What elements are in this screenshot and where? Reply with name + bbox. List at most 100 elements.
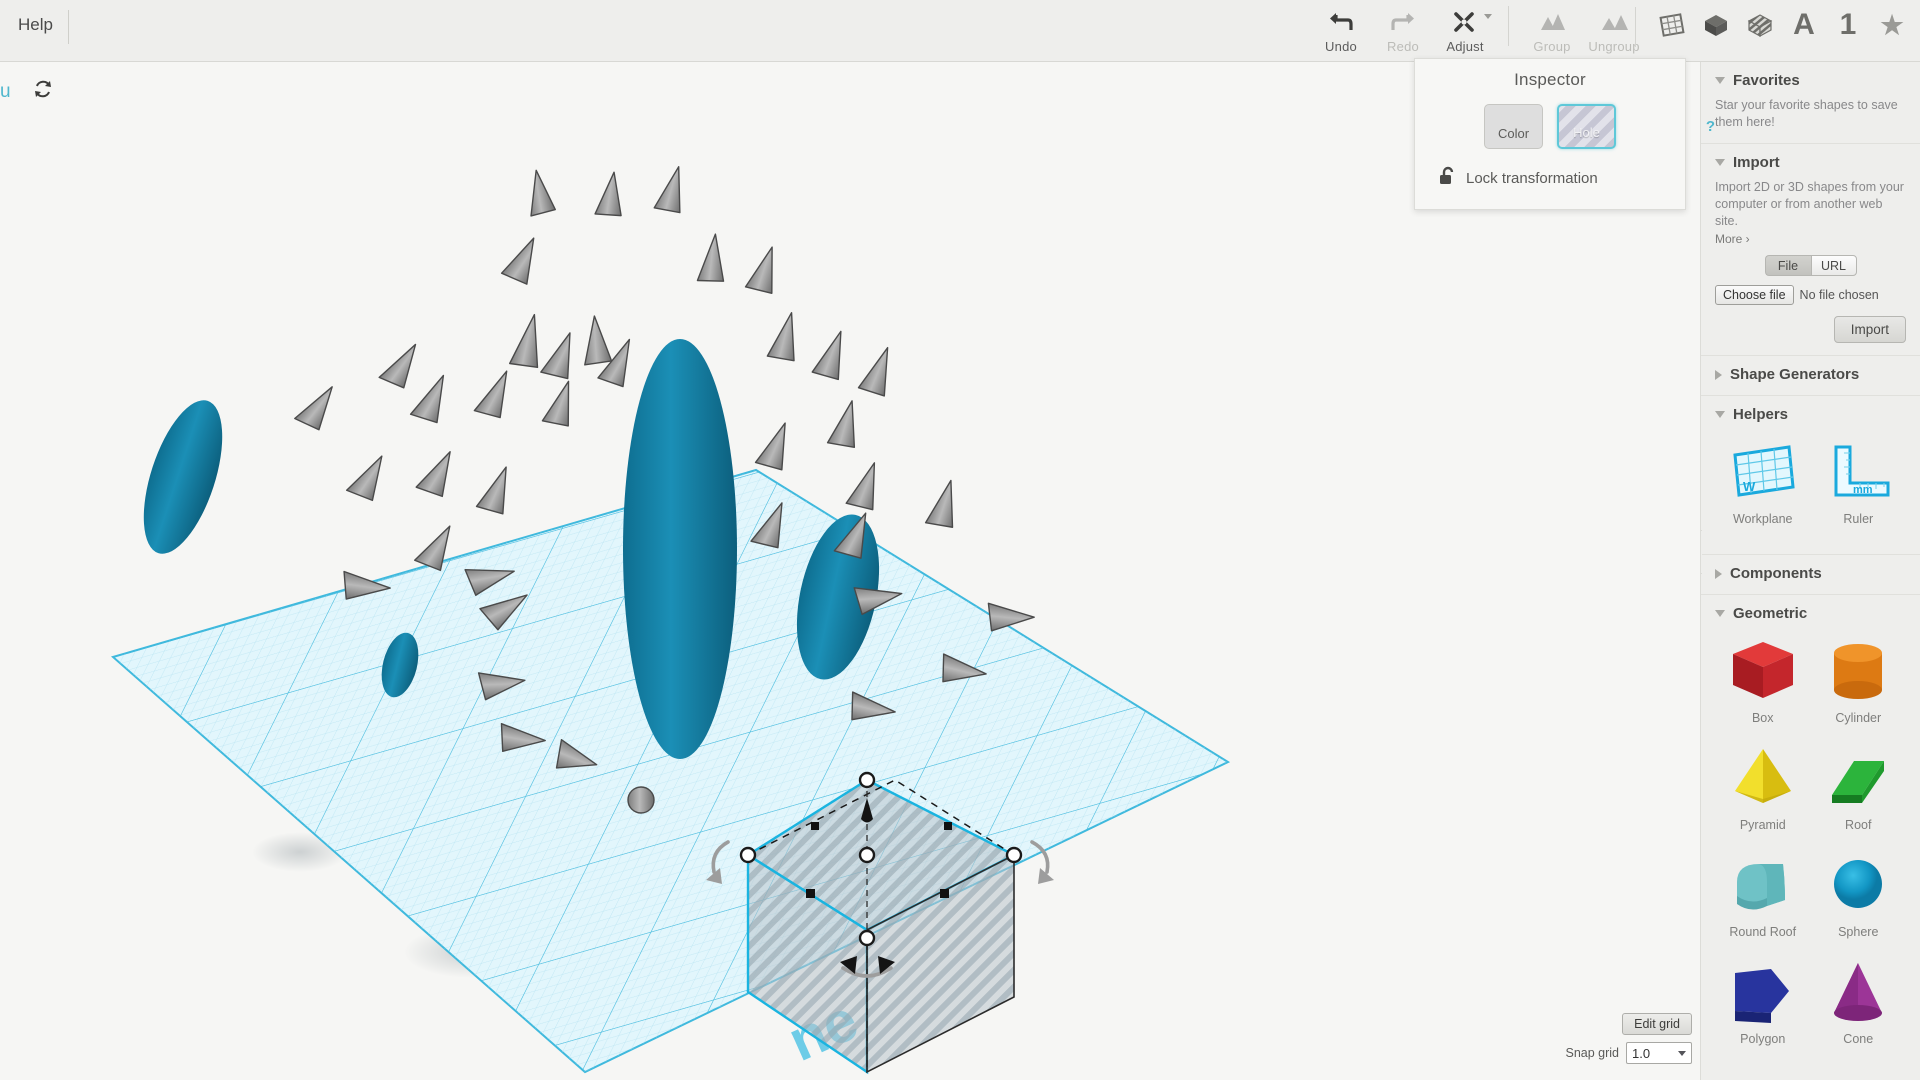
inspector-panel: Inspector Color Hole ? Lock transformati… [1414,58,1715,210]
lock-transformation-label: Lock transformation [1466,170,1598,187]
shape-item-roof[interactable]: Roof [1811,741,1907,832]
file-chooser-row: Choose file No file chosen [1715,285,1906,306]
import-button[interactable]: Import [1833,316,1906,344]
triangle-down-icon [1715,77,1725,84]
top-toolbar: Help Undo Redo Adjust Group Ungroup A 1 … [0,0,1920,62]
shape-item-cone[interactable]: Cone [1811,955,1907,1046]
shapes-sidebar: › Favorites Star your favorite shapes to… [1700,62,1920,1080]
shape-generators-header[interactable]: Shape Generators [1715,366,1906,383]
edit-tool-group: Undo Redo Adjust Group Ungroup [1310,2,1645,54]
inspector-title: Inspector [1514,70,1586,89]
undo-button[interactable]: Undo [1310,2,1372,54]
shape-item-polygon[interactable]: Polygon [1715,955,1811,1046]
sync-refresh-icon[interactable] [33,80,53,103]
sidebar-collapse-handle[interactable]: › [1701,530,1702,574]
striped-cube-hole-icon[interactable] [1738,2,1782,48]
round-roof-label: Round Roof [1729,925,1797,940]
import-tab-url[interactable]: URL [1810,255,1857,277]
help-menu-label: Help [18,15,53,34]
import-description: Import 2D or 3D shapes from your compute… [1715,179,1904,228]
view-icon-group: A 1 ★ [1623,2,1914,48]
tinkercad-app: ne [0,0,1920,1080]
triangle-down-icon [1715,411,1725,419]
solid-cube-icon[interactable] [1694,2,1738,48]
group-icon [1538,9,1566,35]
hole-swatch-label: Hole [1573,125,1600,140]
sidebar-section-shape-generators: Shape Generators [1701,356,1920,397]
triangle-down-icon [1715,158,1725,166]
svg-text:mm: mm [1853,484,1873,496]
shape-item-box[interactable]: Box [1715,634,1811,725]
import-tab-file[interactable]: File [1764,255,1811,277]
favorites-header[interactable]: Favorites [1715,72,1906,89]
shape-item-cylinder[interactable]: Cylinder [1811,634,1907,725]
grid-controls: Edit grid Snap grid 1.0 [1565,1013,1692,1064]
unlocked-padlock-icon [1439,166,1456,191]
shape-item-sphere[interactable]: Sphere [1811,848,1907,939]
import-more-link[interactable]: More › [1715,232,1906,246]
sphere-label: Sphere [1838,925,1879,940]
workplane-grid-icon[interactable] [1650,2,1694,48]
color-swatch-button[interactable]: Color [1484,104,1543,149]
snap-grid-label: Snap grid [1565,1046,1619,1060]
group-button[interactable]: Group [1521,2,1583,54]
text-letter-a-icon[interactable]: A [1782,2,1826,48]
inspector-help-icon[interactable]: ? [1706,118,1715,135]
components-title: Components [1730,565,1822,583]
number-one-glyph: 1 [1839,8,1857,41]
geometric-shape-grid: Box Cylinder Pyramid Roof Round Roof Sph… [1715,634,1906,1062]
undo-arrow-icon [1329,9,1353,35]
left-status-strip: u [0,80,53,103]
adjust-dropdown-caret[interactable] [1484,14,1492,19]
cone-shape-icon [1820,955,1896,1027]
pyramid-label: Pyramid [1739,818,1786,833]
adjust-button[interactable]: Adjust [1434,2,1496,54]
number-one-icon[interactable]: 1 [1826,2,1870,48]
shape-item-round-roof[interactable]: Round Roof [1715,848,1811,939]
sidebar-section-helpers: Helpers W Workplane mm Ruler [1701,396,1920,556]
ruler-helper-icon: mm [1822,435,1894,507]
polygon-shape-icon [1725,955,1801,1027]
color-swatch-label: Color [1497,126,1530,141]
favorite-star-icon[interactable]: ★ [1870,2,1914,48]
components-header[interactable]: Components [1715,565,1906,582]
edit-grid-button[interactable]: Edit grid [1622,1013,1692,1035]
lock-transformation-row[interactable]: Lock transformation [1439,166,1685,191]
helper-item-ruler[interactable]: mm Ruler [1811,435,1907,526]
import-action-row: Import [1715,316,1906,344]
truncated-username-text: u [0,80,11,102]
shape-generators-title: Shape Generators [1730,366,1860,384]
letter-a-glyph: A [1793,8,1815,41]
import-source-tabs: File URL [1715,255,1906,277]
box-label: Box [1751,711,1774,726]
inspector-swatch-row: Color Hole ? [1415,104,1715,149]
help-menu-button[interactable]: Help [0,0,71,50]
shape-item-pyramid[interactable]: Pyramid [1715,741,1811,832]
snap-grid-row: Snap grid 1.0 [1565,1042,1692,1064]
favorites-title: Favorites [1733,72,1800,89]
sidebar-section-favorites: Favorites Star your favorite shapes to s… [1701,62,1920,144]
roof-label: Roof [1845,818,1872,833]
helper-item-workplane[interactable]: W Workplane [1715,435,1811,526]
redo-arrow-icon [1391,9,1415,35]
helpers-title: Helpers [1733,406,1789,424]
helpers-header[interactable]: Helpers [1715,406,1906,423]
sidebar-section-import: Import Import 2D or 3D shapes from your … [1701,144,1920,357]
toolbar-divider [68,10,69,44]
geometric-header[interactable]: Geometric [1715,605,1906,622]
redo-button[interactable]: Redo [1372,2,1434,54]
group-label: Group [1533,39,1571,54]
choose-file-button[interactable]: Choose file [1715,285,1794,306]
triangle-right-icon [1715,568,1722,579]
star-glyph: ★ [1880,10,1904,40]
workplane-label: Workplane [1732,512,1793,527]
sidebar-section-geometric: Geometric Box Cylinder Pyramid Roof Roun… [1701,595,1920,1074]
toolbar-separator [1508,6,1509,46]
snap-grid-select[interactable]: 1.0 [1626,1042,1692,1064]
3d-viewport[interactable]: ne [0,62,1700,1080]
import-header[interactable]: Import [1715,154,1906,171]
adjust-tools-icon [1452,9,1478,35]
workplane-helper-icon: W [1727,435,1799,507]
cylinder-label: Cylinder [1835,711,1882,726]
hole-swatch-button[interactable]: Hole [1557,104,1616,149]
